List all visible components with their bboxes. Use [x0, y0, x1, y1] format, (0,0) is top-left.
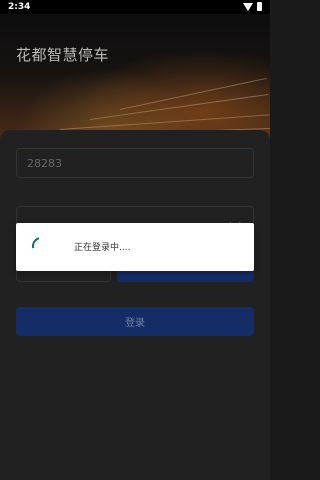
status-icons — [243, 2, 262, 11]
battery-icon — [257, 2, 262, 11]
status-bar: 2:34 — [0, 0, 270, 14]
wifi-icon — [243, 2, 253, 11]
status-time: 2:34 — [8, 2, 31, 12]
spinner-icon — [28, 233, 54, 259]
loading-text: 正在登录中.... — [74, 243, 131, 253]
loading-dialog: 正在登录中.... — [16, 223, 254, 271]
